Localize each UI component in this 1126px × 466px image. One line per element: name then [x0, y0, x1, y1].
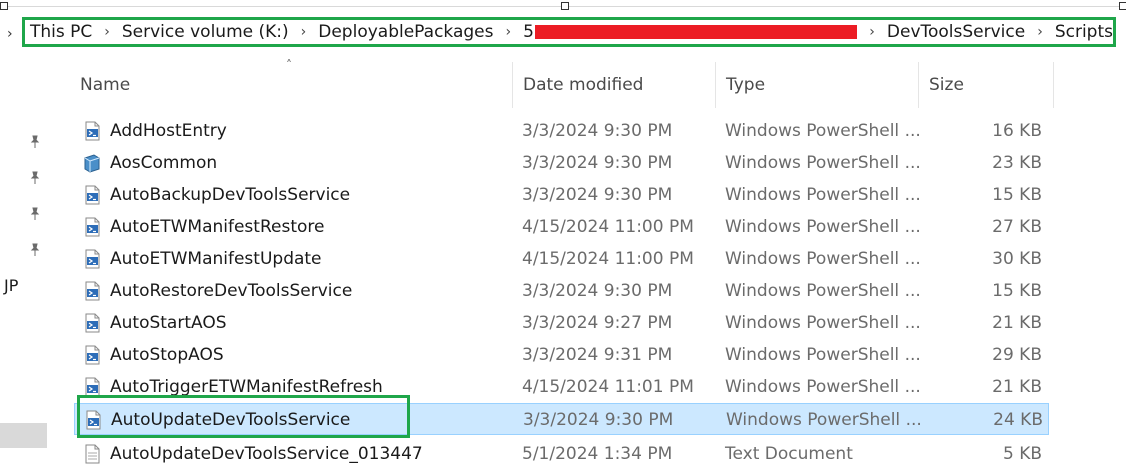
pin-icon[interactable] — [28, 206, 42, 220]
column-header-name[interactable]: Name — [80, 62, 130, 108]
column-header-size[interactable]: Size — [929, 62, 964, 108]
chevron-right-icon[interactable]: › — [506, 24, 512, 40]
file-name[interactable]: AutoBackupDevToolsService — [110, 179, 350, 211]
file-size: 24 KB — [993, 410, 1043, 430]
file-name[interactable]: AutoETWManifestUpdate — [110, 243, 322, 275]
file-type: Windows PowerShell ... — [725, 377, 921, 397]
file-type: Windows PowerShell ... — [725, 153, 921, 173]
file-date-modified: 3/3/2024 9:27 PM — [522, 313, 673, 333]
file-size: 30 KB — [992, 249, 1042, 269]
file-size: 29 KB — [992, 345, 1042, 365]
chevron-right-icon[interactable]: › — [1037, 24, 1043, 40]
file-row[interactable]: AutoRestoreDevToolsService 3/3/2024 9:30 … — [74, 275, 1049, 307]
file-type: Windows PowerShell ... — [725, 217, 921, 237]
file-name[interactable]: AutoETWManifestRestore — [110, 211, 324, 243]
file-date-modified: 5/1/2024 1:34 PM — [522, 444, 673, 464]
highlight-annotation — [77, 395, 410, 438]
column-divider[interactable] — [512, 62, 513, 108]
file-size: 21 KB — [992, 313, 1042, 333]
column-header-date-modified[interactable]: Date modified — [523, 62, 643, 108]
file-size: 5 KB — [1002, 444, 1042, 464]
file-date-modified: 3/3/2024 9:30 PM — [522, 281, 673, 301]
pin-icon[interactable] — [28, 242, 42, 256]
window-top-edge — [0, 0, 1126, 14]
pin-icon[interactable] — [28, 170, 42, 184]
nav-item-label[interactable]: JP — [4, 276, 18, 295]
file-name[interactable]: AddHostEntry — [110, 115, 227, 147]
powershell-script-icon — [82, 377, 102, 397]
file-row[interactable]: AutoETWManifestRestore 4/15/2024 11:00 PM… — [74, 211, 1049, 243]
breadcrumb-item-redacted[interactable]: 5 — [523, 22, 534, 42]
file-size: 27 KB — [992, 217, 1042, 237]
file-type: Windows PowerShell ... — [725, 121, 921, 141]
nav-item-selected[interactable] — [0, 423, 47, 448]
breadcrumb-item-this-pc[interactable]: This PC — [30, 22, 92, 42]
file-date-modified: 3/3/2024 9:30 PM — [522, 121, 673, 141]
file-type: Windows PowerShell ... — [725, 345, 921, 365]
powershell-script-icon — [82, 249, 102, 269]
file-type: Windows PowerShell ... — [725, 185, 921, 205]
breadcrumb-item-devtoolsservice[interactable]: DevToolsService — [887, 22, 1025, 42]
file-date-modified: 3/3/2024 9:30 PM — [522, 185, 673, 205]
file-name[interactable]: AosCommon — [110, 147, 217, 179]
file-row-partial[interactable]: AutoUpdateDevToolsService_013447 5/1/202… — [74, 438, 1049, 466]
resize-handle[interactable] — [561, 2, 569, 10]
redaction-bar — [534, 25, 858, 39]
navigation-pane: JP — [0, 50, 48, 466]
resize-handle[interactable] — [1119, 2, 1126, 10]
column-divider[interactable] — [918, 62, 919, 108]
file-row[interactable]: AutoBackupDevToolsService 3/3/2024 9:30 P… — [74, 179, 1049, 211]
file-date-modified: 4/15/2024 11:01 PM — [522, 377, 694, 397]
resize-handle[interactable] — [0, 2, 8, 10]
breadcrumb-item-scripts[interactable]: Scripts — [1055, 22, 1113, 42]
file-name[interactable]: AutoUpdateDevToolsService_013447 — [110, 438, 423, 466]
file-name[interactable]: AutoStopAOS — [110, 339, 224, 371]
powershell-script-icon — [82, 281, 102, 301]
file-list: AddHostEntry 3/3/2024 9:30 PM Windows Powe… — [74, 115, 1049, 435]
powershell-script-icon — [82, 185, 102, 205]
file-row[interactable]: AosCommon 3/3/2024 9:30 PM Windows PowerSh… — [74, 147, 1049, 179]
chevron-right-icon[interactable]: › — [104, 24, 110, 40]
powershell-script-icon — [82, 313, 102, 333]
breadcrumb-item-deployable-packages[interactable]: DeployablePackages — [318, 22, 493, 42]
powershell-script-icon — [82, 121, 102, 141]
file-type: Windows PowerShell ... — [725, 313, 921, 333]
breadcrumb-overflow-chevron-icon[interactable]: › — [7, 26, 13, 42]
file-date-modified: 3/3/2024 9:31 PM — [522, 345, 673, 365]
file-type: Text Document — [725, 444, 853, 464]
file-size: 21 KB — [992, 377, 1042, 397]
file-row[interactable]: AddHostEntry 3/3/2024 9:30 PM Windows Powe… — [74, 115, 1049, 147]
file-date-modified: 4/15/2024 11:00 PM — [522, 249, 694, 269]
file-type: Windows PowerShell ... — [725, 281, 921, 301]
column-divider[interactable] — [1053, 62, 1054, 108]
powershell-script-icon — [82, 345, 102, 365]
file-row[interactable]: AutoETWManifestUpdate 4/15/2024 11:00 PM W… — [74, 243, 1049, 275]
breadcrumb[interactable]: This PC › Service volume (K:) › Deployab… — [22, 17, 1116, 47]
chevron-right-icon[interactable]: › — [301, 24, 307, 40]
breadcrumb-item-service-volume[interactable]: Service volume (K:) — [122, 22, 289, 42]
file-row[interactable]: AutoStopAOS 3/3/2024 9:31 PM Windows Power… — [74, 339, 1049, 371]
column-headers: Name Date modified Type Size — [66, 62, 1056, 108]
powershell-script-icon — [82, 217, 102, 237]
file-type: Windows PowerShell ... — [726, 410, 922, 430]
file-row[interactable]: AutoStartAOS 3/3/2024 9:27 PM Windows Powe… — [74, 307, 1049, 339]
file-name[interactable]: AutoStartAOS — [110, 307, 227, 339]
text-document-icon — [82, 444, 102, 464]
column-header-type[interactable]: Type — [726, 62, 765, 108]
powershell-module-icon — [82, 153, 102, 173]
file-date-modified: 3/3/2024 9:30 PM — [522, 153, 673, 173]
file-size: 15 KB — [992, 281, 1042, 301]
column-divider[interactable] — [715, 62, 716, 108]
file-size: 23 KB — [992, 153, 1042, 173]
file-size: 16 KB — [992, 121, 1042, 141]
file-size: 15 KB — [992, 185, 1042, 205]
file-date-modified: 3/3/2024 9:30 PM — [523, 410, 674, 430]
file-date-modified: 4/15/2024 11:00 PM — [522, 217, 694, 237]
file-name[interactable]: AutoRestoreDevToolsService — [110, 275, 352, 307]
chevron-right-icon[interactable]: › — [869, 24, 875, 40]
pin-icon[interactable] — [28, 134, 42, 148]
file-type: Windows PowerShell ... — [725, 249, 921, 269]
